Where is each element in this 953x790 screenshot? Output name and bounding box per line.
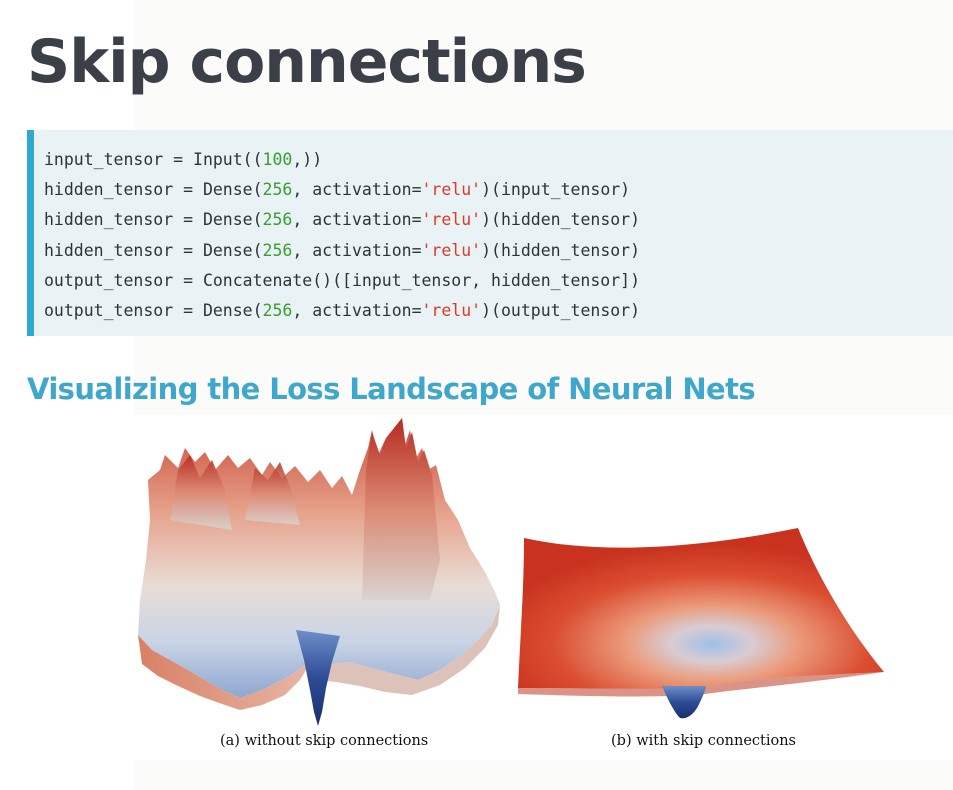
smooth-surface	[518, 528, 884, 689]
loss-landscape-plots	[138, 418, 884, 726]
caption-with-skip: (b) with skip connections	[611, 733, 796, 749]
chaotic-peak-right	[362, 418, 440, 600]
loss-surface-without-skip	[138, 418, 500, 726]
loss-surface-with-skip	[518, 528, 884, 719]
caption-without-skip: (a) without skip connections	[220, 733, 429, 749]
smooth-well	[662, 686, 706, 719]
